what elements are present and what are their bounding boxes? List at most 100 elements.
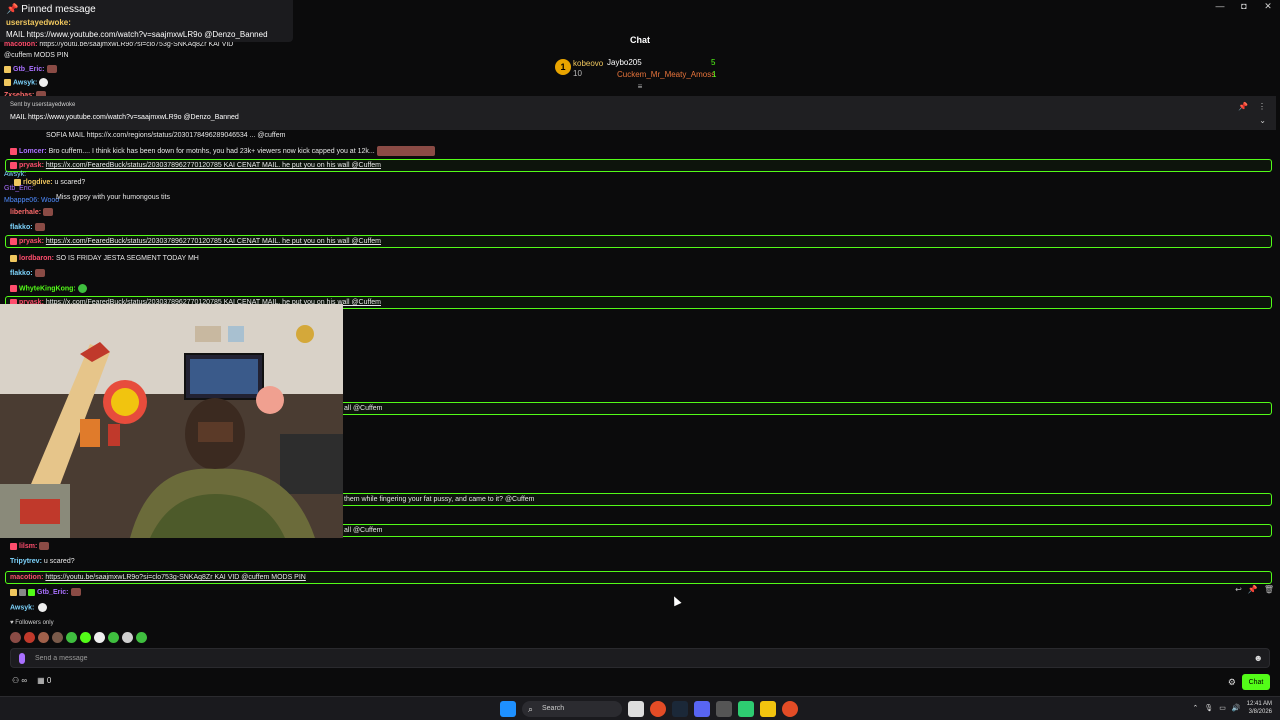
close-button[interactable]: ✕ (1256, 0, 1280, 12)
rank-badge: 1 (555, 59, 571, 75)
maximize-button[interactable]: ◘ (1232, 0, 1256, 12)
chat-input[interactable] (35, 652, 1235, 665)
pinned-sent-by: Sent by userstayedwoke (10, 102, 76, 108)
mic-icon[interactable]: 🎙 (1204, 704, 1213, 712)
emote-icon[interactable] (94, 632, 105, 643)
emote-icon[interactable] (66, 632, 77, 643)
pinned-message-text[interactable]: MAIL https://www.youtube.com/watch?v=saa… (6, 30, 268, 39)
chevron-up-icon[interactable]: ⌃ (1193, 704, 1199, 712)
app-icon[interactable] (628, 701, 644, 717)
chat-message: WhyteKingKong: (10, 284, 87, 294)
chat-message: pryask: https://x.com/FearedBuck/status/… (10, 237, 381, 247)
gear-icon[interactable]: ⚙ (1228, 677, 1236, 688)
viewers-indicator[interactable]: ⚇ ∞ (12, 676, 27, 685)
reply-icon[interactable]: ↩ (1235, 585, 1242, 594)
highlighted-message: macotion: https://youtu.be/saajmxwLR9o?s… (5, 571, 1272, 584)
pinned-message-bar[interactable]: Sent by userstayedwoke MAIL https://www.… (0, 96, 1276, 130)
chat-message: flakko: (10, 223, 45, 233)
chat-message: Tripytrev: u scared? (10, 558, 75, 565)
leaderboard-first-name: kobeovo (573, 59, 604, 68)
emote-icon[interactable] (10, 632, 21, 643)
gift-leaderboard[interactable]: 1 kobeovo 10 Jaybo205 5 Cuckem_Mr_Meaty_… (555, 56, 730, 82)
chat-message: them while fingering your fat pussy, and… (344, 496, 535, 503)
leaderboard-third-name: Cuckem_Mr_Meaty_Amoss (617, 70, 716, 79)
chat-message: @cuffem MODS PIN (4, 52, 69, 59)
chat-message: Gtb_Eric: (10, 588, 81, 598)
windows-start-icon[interactable] (500, 701, 516, 717)
minimize-button[interactable]: — (1208, 0, 1232, 12)
quick-emote-bar (10, 632, 147, 643)
pin-icon[interactable]: 📌 (1248, 585, 1258, 594)
leaderboard-second-count: 5 (711, 58, 716, 67)
emote-icon (376, 146, 435, 156)
app-icon[interactable] (716, 701, 732, 717)
chat-input-container: ☻ (10, 648, 1270, 668)
collapse-icon[interactable]: ≡ (636, 83, 644, 91)
more-options-icon[interactable]: ⋮ (1258, 102, 1266, 111)
chat-message: Awsyk: (4, 78, 49, 88)
mouse-cursor-icon (670, 594, 682, 607)
chat-message: Gtb_Eric: (4, 65, 57, 75)
chrome-icon[interactable] (782, 701, 798, 717)
chat-message: Gtb_Eric: (4, 185, 34, 192)
emote-icon[interactable] (122, 632, 133, 643)
chat-message: all @Cuffem (344, 527, 383, 534)
emote-icon (34, 223, 45, 232)
chat-footer: ⚇ ∞ ▦ 0 ⚙ Chat (0, 674, 1280, 692)
leaderboard-second-name: Jaybo205 (607, 58, 642, 67)
pinned-message-text[interactable]: MAIL https://www.youtube.com/watch?v=saa… (10, 114, 239, 121)
emote-icon (77, 284, 87, 293)
chat-message: Mbappe06: Wooo (4, 197, 60, 204)
emote-icon[interactable] (80, 632, 91, 643)
taskbar-search[interactable]: Search (522, 701, 622, 717)
leaderboard-third-count: 1 (712, 70, 717, 79)
emote-icon[interactable] (136, 632, 147, 643)
delete-icon[interactable]: 🗑 (1264, 585, 1274, 594)
chat-message: lilsm: (10, 542, 50, 552)
emote-icon (39, 542, 50, 551)
emote-icon (43, 208, 54, 217)
file-explorer-icon[interactable] (760, 701, 776, 717)
steam-icon[interactable] (672, 701, 688, 717)
chat-message: macotion: https://youtu.be/saajmxwLR9o?s… (10, 574, 306, 581)
webcam-overlay (0, 304, 343, 538)
chat-message: pryask: https://x.com/FearedBuck/status/… (10, 161, 381, 171)
chat-message: SOFIA MAIL https://x.com/regions/status/… (46, 132, 286, 139)
volume-icon[interactable]: 🔊 (1232, 704, 1241, 712)
chat-message: Miss gypsy with your humongous tits (56, 194, 170, 201)
emote-icon (46, 65, 57, 74)
emote-icon (34, 269, 45, 278)
chat-message: liberhale: (10, 208, 54, 218)
webcam-scene (0, 304, 343, 538)
emote-icon[interactable] (52, 632, 63, 643)
mic-icon[interactable] (19, 653, 25, 664)
chrome-icon[interactable] (650, 701, 666, 717)
leaderboard-first-count: 10 (573, 69, 582, 78)
pinned-message-user: userstayedwoke: (6, 18, 71, 27)
chat-message: flakko: (10, 269, 45, 279)
gift-counter[interactable]: ▦ 0 (37, 676, 51, 685)
emote-icon (38, 603, 48, 612)
system-tray: ⌃ 🎙 ▭ 🔊 12:41 AM 3/8/2026 (1193, 700, 1272, 716)
message-actions: ↩ 📌 🗑 (1235, 585, 1274, 594)
highlighted-message: pryask: https://x.com/FearedBuck/status/… (5, 159, 1272, 172)
followers-only-label: ♥ Followers only (10, 620, 54, 626)
emote-icon[interactable] (38, 632, 49, 643)
pin-icon[interactable]: 📌 (1238, 102, 1248, 111)
chevron-down-icon[interactable]: ⌄ (1259, 116, 1266, 125)
pinned-message-title: 📌 Pinned message (6, 4, 96, 15)
chat-message: all @Cuffem (344, 405, 383, 412)
emoji-icon[interactable]: ☻ (1254, 653, 1263, 663)
clock[interactable]: 12:41 AM 3/8/2026 (1247, 700, 1272, 716)
discord-icon[interactable] (694, 701, 710, 717)
pinned-message-popup[interactable]: 📌 Pinned message userstayedwoke: MAIL ht… (0, 0, 293, 42)
chat-message: lordbaron: SO IS FRIDAY JESTA SEGMENT TO… (10, 254, 199, 264)
windows-taskbar: Search ⌃ 🎙 ▭ 🔊 12:41 AM 3/8/2026 (0, 696, 1280, 720)
emote-icon[interactable] (108, 632, 119, 643)
emote-icon[interactable] (24, 632, 35, 643)
network-icon[interactable]: ▭ (1219, 704, 1226, 712)
highlighted-message: pryask: https://x.com/FearedBuck/status/… (5, 235, 1272, 248)
send-chat-button[interactable]: Chat (1242, 674, 1270, 690)
window-controls: — ◘ ✕ (1208, 0, 1280, 12)
app-icon[interactable] (738, 701, 754, 717)
